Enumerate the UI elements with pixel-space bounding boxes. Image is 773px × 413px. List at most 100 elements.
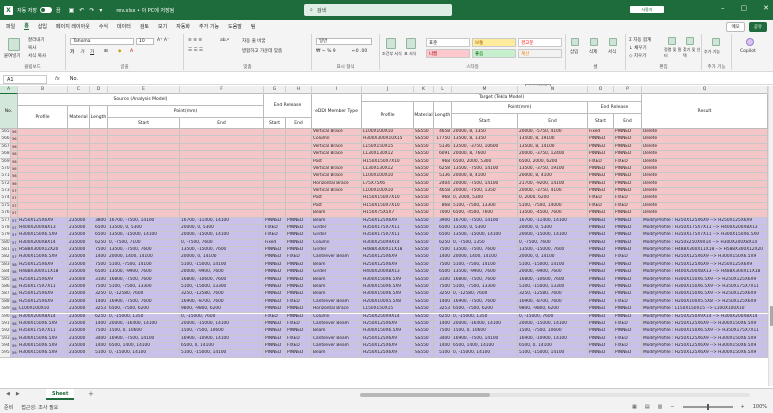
cell-target-length[interactable]: 4658 (434, 188, 452, 196)
cell-source-end[interactable]: 16700, -11400, 14100 (180, 217, 264, 225)
cell-target-release-start[interactable]: PINNED (588, 232, 614, 240)
cell-target-start[interactable]: 16800, -7500, 7600 (452, 276, 518, 284)
align-top-icon[interactable]: ≡ ≡ ≡ (188, 38, 202, 43)
cell-source-material[interactable]: 235000 (68, 232, 90, 240)
cell-no[interactable]: 571 (11, 195, 18, 203)
cell-style-2[interactable]: 보통 (472, 38, 516, 47)
cell-no[interactable]: 584 (11, 291, 18, 299)
table-row[interactable]: 586583H350X175X7X1123500075005100, -7500… (0, 283, 768, 292)
cell-source-end[interactable]: 13500, -15000, 7600 (180, 247, 264, 255)
cell-result[interactable]: Delete (642, 188, 768, 196)
cell-target-profile[interactable]: H250X125X6X9 (362, 217, 414, 225)
cell-no[interactable]: 587 (11, 313, 18, 321)
cell-member-type[interactable]: Vertical Brace (312, 151, 362, 159)
cell-target-length[interactable]: 3250 (434, 291, 452, 299)
undo-icon[interactable]: ↶ (79, 7, 84, 14)
cell-source-length[interactable]: 1400 (90, 254, 108, 262)
cell-target-start[interactable]: 13500, -7500, 7600 (452, 247, 518, 255)
table-row[interactable]: 590587H300X200X8X1423500062500, -15000, … (0, 313, 768, 321)
table-row[interactable]: 566563ColumnH300X300X10X15SS550177501350… (0, 136, 768, 144)
column-header-N[interactable]: N (518, 86, 588, 94)
table-row[interactable]: 565562 Vertical BraceL100X100X10SS5504658… (0, 129, 768, 137)
cell-target-end[interactable]: 16900, -10900, 14100 (518, 335, 588, 343)
cell-target-release-start[interactable]: FIXED (588, 158, 614, 166)
cell-source-material[interactable]: 235000 (68, 247, 90, 255)
format-table-icon[interactable] (406, 38, 416, 49)
cell-target-profile[interactable]: H300X150X6.5X9 (362, 291, 414, 299)
horizontal-scroll-thumb[interactable] (360, 393, 490, 397)
cell-source-length[interactable] (90, 180, 108, 188)
cell-target-end[interactable]: 5100, -15000, 14100 (518, 261, 588, 269)
row-number[interactable]: 577 (0, 217, 11, 225)
row-number[interactable]: 584 (0, 269, 11, 277)
cell-source-end[interactable]: 1500, -7500, 10600 (180, 328, 264, 336)
column-header-L[interactable]: L (434, 86, 452, 94)
row-number[interactable]: 590 (0, 313, 11, 321)
menu-tab-3[interactable]: 페이지 레이아웃 (56, 23, 90, 30)
cell-source-end[interactable] (180, 180, 264, 188)
cell-source-release-end[interactable]: PINNED (286, 328, 312, 336)
cell-source-release-start[interactable] (264, 158, 286, 166)
page-break-icon[interactable]: ▥ (658, 404, 663, 410)
cell-target-material[interactable]: SS550 (414, 188, 434, 196)
cell-member-type[interactable]: Horizontal Brace (312, 306, 362, 314)
cell-source-length[interactable]: 7500 (90, 261, 108, 269)
cell-result[interactable]: Delete (642, 143, 768, 151)
cell-source-material[interactable]: 235000 (68, 276, 90, 284)
cell-style-0[interactable]: 표준 (426, 38, 470, 47)
cell-source-material[interactable]: 235000 (68, 269, 90, 277)
sort-filter-button[interactable]: 정렬 및 필터 (664, 47, 682, 59)
cell-source-length[interactable]: 5100 (90, 350, 108, 358)
copilot-icon[interactable] (746, 38, 754, 46)
cell-source-length[interactable]: 6500 (90, 224, 108, 232)
cell-source-profile[interactable]: H300X150X6.5X9 (18, 254, 68, 262)
cell-target-length[interactable]: 5136 (434, 173, 452, 181)
cell-source-release-end[interactable]: FIXED (286, 254, 312, 262)
spreadsheet-grid[interactable]: ABCDEFGHIJKLMNOPQ No. Source (Analysis Mo… (0, 86, 768, 386)
cell-source-release-start[interactable]: FIXED (264, 224, 286, 232)
cell-source-release-start[interactable] (264, 173, 286, 181)
cell-source-material[interactable]: 235000 (68, 283, 90, 291)
redo-icon[interactable]: ↷ (89, 7, 94, 14)
cell-target-start[interactable]: 0, 2000, 5300 (452, 195, 518, 203)
cell-target-profile[interactable]: L150X150X15 (362, 143, 414, 151)
table-row[interactable]: 571568 Vertical BraceL100X100X10SS5505136… (0, 173, 768, 181)
cell-source-release-start[interactable]: PINNED (264, 291, 286, 299)
cell-no[interactable]: 590 (11, 335, 18, 343)
cell-target-start[interactable]: 0, -15000, 14100 (452, 350, 518, 358)
format-cells-button[interactable]: 서식 (608, 49, 616, 55)
cell-source-start[interactable] (108, 202, 180, 210)
cell-source-release-end[interactable]: FIXED (286, 320, 312, 328)
row-number[interactable]: 580 (0, 239, 11, 247)
cell-source-end[interactable] (180, 202, 264, 210)
insert-cells-button[interactable]: 삽입 (570, 49, 578, 55)
cell-source-length[interactable] (90, 158, 108, 166)
cell-target-length[interactable]: 3100 (434, 276, 452, 284)
column-header-J[interactable]: J (362, 86, 414, 94)
cell-source-length[interactable] (90, 143, 108, 151)
cell-target-release-end[interactable]: PINNED (614, 188, 642, 196)
cell-target-release-end[interactable]: FIXED (614, 343, 642, 351)
cell-target-length[interactable]: 2404 (434, 180, 452, 188)
cell-source-release-end[interactable]: PINNED (286, 224, 312, 232)
cell-no[interactable]: 586 (11, 306, 18, 314)
table-row[interactable]: 568565 Vertical BraceL130X130X12SS5506091… (0, 151, 768, 159)
cell-source-release-end[interactable] (286, 165, 312, 173)
menu-tab-4[interactable]: 수식 (99, 23, 108, 30)
cell-source-material[interactable] (68, 158, 90, 166)
underline-icon[interactable]: 가 (90, 49, 94, 55)
menu-tab-7[interactable]: 보기 (158, 23, 167, 30)
cell-target-length[interactable]: 6500 (434, 269, 452, 277)
cell-source-release-end[interactable]: PINNED (286, 269, 312, 277)
row-number[interactable]: 594 (0, 343, 11, 351)
cell-target-end[interactable]: 20000, -3750, 12400 (518, 151, 588, 159)
cell-target-end[interactable]: 1500, -7500, 10600 (518, 328, 588, 336)
column-header-M[interactable]: M (452, 86, 518, 94)
cell-source-release-start[interactable]: PINNED (264, 269, 286, 277)
cell-member-type[interactable]: Column (312, 313, 362, 321)
cell-target-profile[interactable]: H150X150X7X10 (362, 195, 414, 203)
cell-target-end[interactable]: 9800, -9800, 6200 (518, 306, 588, 314)
page-layout-icon[interactable]: ▤ (645, 404, 650, 410)
cell-source-release-end[interactable] (286, 143, 312, 151)
cell-source-length[interactable] (90, 188, 108, 196)
